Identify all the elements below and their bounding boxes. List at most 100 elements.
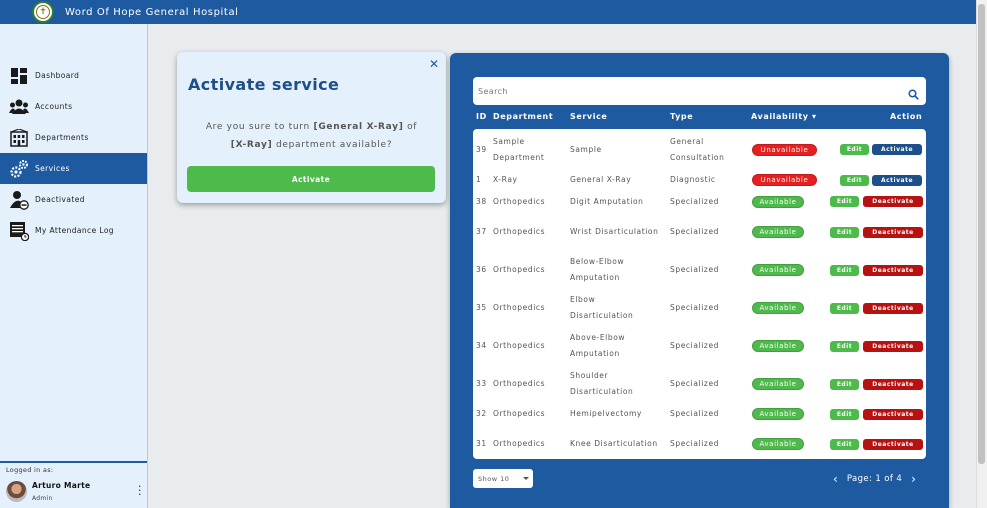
table-row: 36 Orthopedics Below-Elbow Amputation Speci… [473,251,926,289]
cell-department: Orthopedics [493,196,546,206]
activate-button[interactable]: Activate [872,174,922,186]
services-panel: ID Department Service Type Availability … [450,53,949,508]
cell-id: 35 [476,303,487,312]
cell-service: Knee Disarticulation [570,439,658,448]
cell-id: 36 [476,265,487,274]
avatar [6,481,27,502]
sidebar-item-departments[interactable]: Departments [0,122,147,153]
search-input[interactable] [478,86,888,96]
deactivate-button[interactable]: Deactivate [863,196,923,207]
activate-confirm-button[interactable]: Activate [187,166,435,192]
user-role: Admin [32,495,53,502]
status-badge: Available [752,408,804,420]
cell-type: Specialized [670,196,720,206]
column-header-id[interactable]: ID [476,112,487,121]
sort-desc-icon: ▾ [812,112,817,121]
table-header: ID Department Service Type Availability … [473,112,926,124]
status-badge: Available [752,226,804,238]
cell-type: Specialized [670,227,720,236]
cell-type: Specialized [670,341,720,350]
edit-button[interactable]: Edit [830,438,859,450]
column-header-availability[interactable]: Availability ▾ [751,112,817,121]
top-bar: ✝ Word Of Hope General Hospital [0,0,976,24]
column-header-department[interactable]: Department [493,112,553,121]
deactivate-button[interactable]: Deactivate [863,408,923,420]
cell-department: Orthopedics [493,439,546,448]
page-size-select[interactable]: Show 10 [473,469,533,488]
status-badge: Available [752,302,804,314]
close-icon[interactable]: ✕ [429,57,439,71]
edit-button[interactable]: Edit [830,264,859,276]
cell-department: Orthopedics [493,409,546,418]
cell-type: Specialized [670,439,720,448]
cell-id: 34 [476,341,487,350]
table-row: 1 X-Ray General X-Ray Diagnostic Unavailable… [473,170,926,190]
sidebar-item-dashboard[interactable]: Dashboard [0,60,147,91]
cell-service: Hemipelvectomy [570,409,642,418]
app-title: Word Of Hope General Hospital [65,6,239,18]
deactivate-button[interactable]: Deactivate [863,302,923,314]
modal-department-name: [X-Ray] [230,140,273,150]
table-row: 32 Orthopedics Hemipelvectomy Specialized Av… [473,403,926,425]
deactivate-button[interactable]: Deactivate [863,264,923,276]
cell-service: Elbow Disarticulation [570,295,634,320]
sidebar-item-deactivated[interactable]: Deactivated [0,184,147,215]
edit-button[interactable]: Edit [840,174,869,186]
column-header-type[interactable]: Type [670,112,693,121]
sidebar-item-label: My Attendance Log [35,226,114,235]
table-row: 38 Orthopedics Digit Amputation Specialized… [473,190,926,213]
deactivate-button[interactable]: Deactivate [863,226,923,238]
cell-service: Shoulder Disarticulation [570,371,634,396]
table-row: 33 Orthopedics Shoulder Disarticulation Spe… [473,365,926,403]
sidebar-item-attendance-log[interactable]: My Attendance Log [0,215,147,246]
gears-icon [9,159,29,179]
edit-button[interactable]: Edit [830,408,859,420]
edit-button[interactable]: Edit [830,226,859,238]
edit-button[interactable]: Edit [830,340,859,352]
page-size-value: Show 10 [478,474,510,483]
activate-service-modal: ✕ Activate service Are you sure to turn … [177,52,446,203]
sidebar-item-label: Services [35,164,70,173]
users-icon [9,97,29,117]
modal-message-suffix: department available? [272,140,393,150]
edit-button[interactable]: Edit [840,144,869,155]
cell-department: Orthopedics [493,379,546,388]
prev-page-icon[interactable]: ‹ [833,473,838,485]
modal-service-name: [General X-Ray] [313,122,404,132]
logged-in-label: Logged in as: [6,466,54,474]
cell-id: 37 [476,227,487,236]
activate-button[interactable]: Activate [872,144,922,155]
cell-type: Specialized [670,265,720,274]
cell-service: Above-Elbow Amputation [570,333,626,358]
sidebar-item-label: Deactivated [35,195,85,204]
cell-type: Specialized [670,409,720,418]
sidebar-item-services[interactable]: Services [0,153,147,184]
cell-id: 32 [476,409,487,418]
page-scrollbar[interactable] [976,0,987,508]
deactivate-button[interactable]: Deactivate [863,438,923,450]
table-row: 39 Sample Department Sample General Consult… [473,129,926,170]
cell-type: General Consultation [670,136,725,162]
cell-department: X-Ray [493,175,518,184]
cell-id: 31 [476,439,487,448]
cell-id: 1 [476,175,482,184]
edit-button[interactable]: Edit [830,378,859,390]
column-header-service[interactable]: Service [570,112,607,121]
deactivate-button[interactable]: Deactivate [863,378,923,390]
search-icon[interactable] [908,85,919,104]
more-options-icon[interactable]: · · · [138,481,142,500]
status-badge: Available [752,195,804,208]
cell-department: Orthopedics [493,265,546,274]
sidebar-item-label: Departments [35,133,89,142]
edit-button[interactable]: Edit [830,196,859,207]
cell-id: 38 [476,196,487,206]
edit-button[interactable]: Edit [830,302,859,314]
deactivate-button[interactable]: Deactivate [863,340,923,352]
sidebar-item-accounts[interactable]: Accounts [0,91,147,122]
next-page-icon[interactable]: › [911,473,916,485]
scrollbar-thumb[interactable] [978,4,985,464]
modal-title: Activate service [188,75,340,94]
status-badge: Available [752,438,804,450]
status-badge: Available [752,264,804,276]
table-row: 31 Orthopedics Knee Disarticulation Special… [473,425,926,459]
